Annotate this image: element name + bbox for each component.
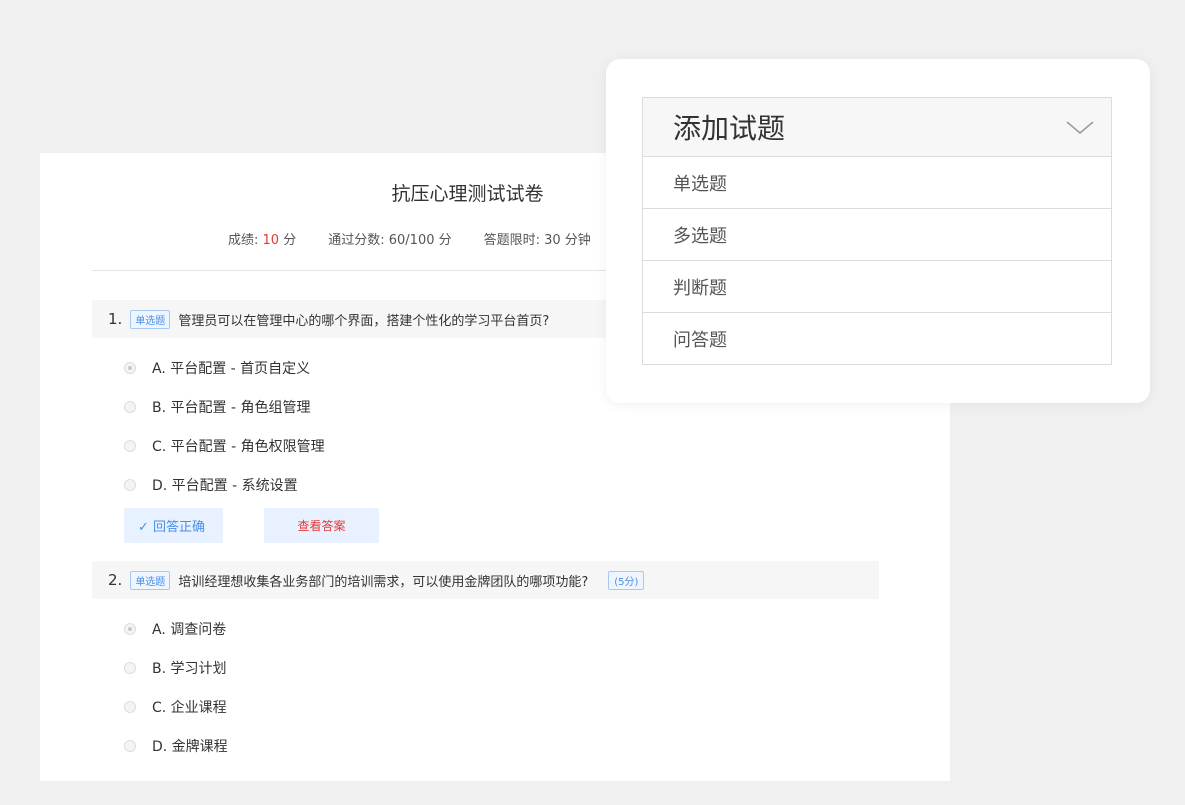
dropdown-item-single-choice[interactable]: 单选题: [643, 157, 1111, 209]
option-label: D. 平台配置 - 系统设置: [152, 478, 298, 494]
score-info: 成绩: 10 分: [228, 229, 296, 248]
question-type-badge: 单选题: [130, 309, 171, 329]
dropdown-item-essay[interactable]: 问答题: [643, 313, 1111, 365]
option-1b[interactable]: B. 平台配置 - 角色组管理: [124, 397, 310, 417]
time-limit: 答题限时: 30 分钟: [483, 233, 591, 248]
question-text: 培训经理想收集各业务部门的培训需求，可以使用金牌团队的哪项功能?: [178, 574, 589, 590]
question-text: 管理员可以在管理中心的哪个界面，搭建个性化的学习平台首页?: [178, 313, 550, 329]
option-2a[interactable]: A. 调查问卷: [124, 619, 226, 639]
radio-button[interactable]: [124, 623, 136, 635]
option-1a[interactable]: A. 平台配置 - 首页自定义: [124, 358, 310, 378]
option-label: C. 平台配置 - 角色权限管理: [152, 439, 325, 455]
radio-button[interactable]: [124, 401, 136, 413]
option-2c[interactable]: C. 企业课程: [124, 697, 227, 717]
dropdown-item-true-false[interactable]: 判断题: [643, 261, 1111, 313]
view-answer-button[interactable]: 查看答案: [264, 508, 379, 543]
chevron-down-icon[interactable]: [1065, 118, 1095, 136]
pass-score: 通过分数: 60/100 分: [328, 233, 452, 248]
score-unit: 分: [283, 233, 297, 248]
score-value: 10: [262, 233, 280, 248]
option-label: A. 平台配置 - 首页自定义: [152, 361, 311, 377]
dropdown-header[interactable]: 添加试题: [643, 98, 1111, 157]
exam-meta: 成绩: 10 分 通过分数: 60/100 分 答题限时: 30 分钟: [228, 229, 623, 248]
radio-button[interactable]: [124, 362, 136, 374]
option-1d[interactable]: D. 平台配置 - 系统设置: [124, 475, 298, 495]
option-label: B. 学习计划: [152, 661, 227, 677]
option-label: B. 平台配置 - 角色组管理: [152, 400, 311, 416]
question-type-badge: 单选题: [130, 570, 171, 590]
option-label: A. 调查问卷: [152, 622, 227, 638]
dropdown-title: 添加试题: [673, 112, 786, 145]
dropdown-item-multiple-choice[interactable]: 多选题: [643, 209, 1111, 261]
question-number: 2.: [108, 571, 123, 589]
add-question-dropdown[interactable]: 添加试题 单选题 多选题 判断题 问答题: [642, 97, 1112, 365]
question-number: 1.: [108, 310, 123, 328]
option-1c[interactable]: C. 平台配置 - 角色权限管理: [124, 436, 325, 456]
radio-button[interactable]: [124, 440, 136, 452]
score-label: 成绩:: [228, 233, 259, 248]
option-label: C. 企业课程: [152, 700, 227, 716]
question-score-badge: (5分): [608, 570, 645, 590]
question-header-2: 2. 单选题 培训经理想收集各业务部门的培训需求，可以使用金牌团队的哪项功能? …: [92, 561, 879, 599]
radio-button[interactable]: [124, 701, 136, 713]
radio-button[interactable]: [124, 662, 136, 674]
radio-button[interactable]: [124, 479, 136, 491]
option-label: D. 金牌课程: [152, 739, 228, 755]
add-question-card: 添加试题 单选题 多选题 判断题 问答题: [606, 59, 1150, 403]
option-2d[interactable]: D. 金牌课程: [124, 736, 228, 756]
option-2b[interactable]: B. 学习计划: [124, 658, 227, 678]
answer-correct-badge: ✓ 回答正确: [124, 508, 223, 543]
radio-button[interactable]: [124, 740, 136, 752]
